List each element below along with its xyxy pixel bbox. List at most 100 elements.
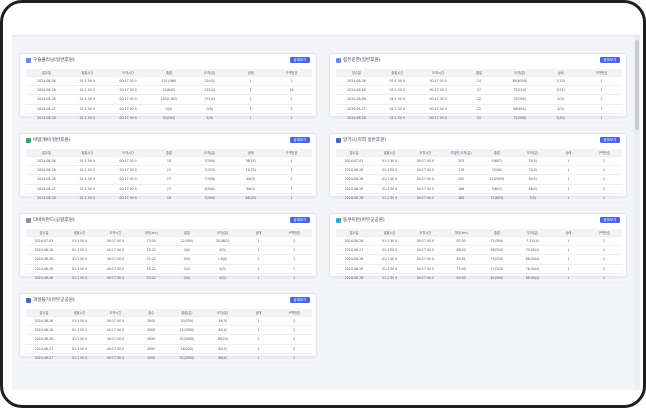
table-cell: 14 [458, 76, 500, 87]
table-cell: 00:17 00 0 [407, 184, 444, 194]
detail-button[interactable]: 상세보기 [289, 57, 310, 63]
detail-button[interactable]: 상세보기 [289, 297, 310, 303]
column-header: 출발 [458, 69, 500, 77]
table-cell: 68.00(4) [514, 254, 551, 265]
column-header: 도착(분) [514, 149, 551, 157]
table-cell: 46(20) [230, 193, 272, 203]
card-title-text: 알기나(지역 일반후원) [343, 138, 387, 143]
table-row: 2024-06-28 01:1 50 0 00:17 00 0 30(100) 4(9)… [26, 113, 312, 123]
table-cell: 00:17 00 0 [97, 254, 134, 265]
column-header: 출발시간 [371, 229, 408, 237]
table-row: 2024-06-26 01:1 50 0 00:17 00 0 23 7(306) 46(… [26, 174, 312, 185]
table-cell: 1 [550, 193, 587, 203]
table-cell: 01:1 50 0 [371, 236, 408, 247]
table-row: 2024-06-26 01:1 50 0 00:17 00 0 2000 30(320)… [26, 316, 312, 327]
table-row: 2024-06-26 01:1 50 0 00:17 00 0 100(1167) 27… [26, 94, 312, 105]
table-cell: 1 [550, 245, 587, 256]
column-header: 출발시간 [376, 69, 418, 77]
device-frame: 구슬클리닝(일반후원) 상세보기 접수일 출발시간 도착시간 출발 도착(분) 상태 구역번호 2… [0, 0, 646, 408]
table-cell: 1 [550, 273, 587, 283]
column-header: 출발시간 [61, 309, 98, 317]
table-cell: 00:17 00 0 [97, 273, 134, 283]
table-cell: 83.91 [443, 254, 479, 265]
table-cell: 7(300) [189, 193, 231, 203]
table-cell: 2024-06-26 [336, 193, 372, 203]
table-cell: 01:1 50 0 [371, 273, 408, 283]
card-title: 다바이런드(공항후원) [26, 217, 75, 223]
column-header: 출발 [479, 149, 515, 157]
table-cell: 76(25) [230, 156, 272, 167]
table-cell: 83.00 [443, 236, 479, 247]
detail-button[interactable]: 상세보기 [599, 137, 620, 143]
table-cell: 0(0) [169, 264, 205, 274]
table-cell: 2024-07-03 [26, 236, 62, 247]
card-header: 과일탈기(아무곳공원) 상세보기 [20, 294, 316, 308]
table-cell: 00:17 00 0 [417, 104, 459, 114]
column-header: 출발(분) [169, 309, 205, 317]
table-row: 2024-06-26 01:1 50 0 00:17 00 0 33.22 0(0) 0(… [26, 245, 312, 256]
card-dabai-land: 다바이런드(공항후원) 상세보기 접수일 출발시간 도착시간 거리(km) 출발 도착(분) 상… [19, 213, 317, 283]
scrollbar-thumb[interactable] [635, 40, 639, 130]
table-cell: 2(10) [540, 76, 582, 87]
table-cell: 00:17 00 0 [107, 184, 149, 194]
detail-button[interactable]: 상세보기 [289, 217, 310, 223]
column-header: 출발 [148, 149, 190, 157]
table-cell: 73.00 [133, 236, 169, 247]
table-cell: 00:17 00 0 [407, 165, 444, 176]
table-cell: 2 [276, 334, 312, 345]
table-row: 2024-07-03 01:1 50 0 00:17 00 0 203 5(607) 32… [336, 156, 622, 167]
table-row: 2024-06-26 01:1 50 0 00:17 00 0 16 7(300) 76(… [26, 156, 312, 167]
table-row: 2024-06-26 01:1 50 0 00:17 00 0 170 7(500) 72… [336, 165, 622, 176]
table-cell: 2 [586, 264, 622, 274]
table-cell: 77(320) [479, 264, 515, 274]
table-header-row: 접수일 출발시간 도착시간 출발 도착(분) 상태 구역번호 [26, 69, 312, 77]
table-cell: 2024-06-26 [336, 184, 372, 194]
table-cell: 1 [271, 156, 312, 167]
table-cell: 72(300) [479, 236, 515, 247]
detail-button[interactable]: 상세보기 [599, 217, 620, 223]
column-header: 구역번호 [271, 149, 312, 157]
card-category-icon [336, 57, 341, 63]
table-cell: 2 [276, 344, 312, 354]
table-row: 2024-06-26 01:1 50 0 00:17 00 0 21 7(370) 31(… [26, 165, 312, 176]
card-category-icon [26, 137, 31, 143]
column-header: 도착시간 [407, 149, 444, 157]
table-cell: 1 [240, 264, 277, 274]
card-title-text: 과일탈기(아무곳공원) [33, 298, 75, 303]
table-cell: 180 [443, 193, 479, 203]
table-cell: 01:1 50 0 [371, 174, 408, 185]
table-cell: 2024-06-26 [336, 94, 377, 105]
table-cell: 2024-06-26 [26, 334, 62, 345]
card-pinwheel: 바람개비(일반후원) 상세보기 접수일 출발시간 도착시간 출발 도착(분) 상태 구역번호 20… [19, 133, 317, 203]
table-cell: 56(0) [230, 184, 272, 194]
table-cell: 34(0) [514, 184, 551, 194]
table-row: 2024-06-26 01:1 50 0 00:17 00 0 33.22 0(0) 0(… [26, 264, 312, 274]
vertical-scrollbar[interactable] [634, 36, 640, 390]
table-cell: 1 [271, 184, 312, 194]
table-cell: 1 [240, 254, 277, 265]
table-cell: 2 [586, 236, 622, 247]
table-cell: 1 [276, 273, 312, 283]
table-cell: 01:1 50 0 [376, 76, 418, 87]
card-header: 동쿠이런(아무곳공원) 상세보기 [330, 214, 626, 228]
table-cell: 00:17 00 0 [97, 236, 134, 247]
table-cell: 0(0) [204, 245, 241, 256]
table-cell: 0(0) [189, 104, 231, 114]
detail-button[interactable]: 상세보기 [289, 137, 310, 143]
table-cell: 1 [276, 236, 312, 247]
card-computer-ops: 컴퓨운영(일반후원) 상세보기 접수일 출발시간 도착시간 출발 도착(분) 상태 구역번호 20… [329, 53, 627, 123]
table-cell: 00:17 00 0 [107, 174, 149, 185]
table-cell: 00:17 00 0 [407, 193, 444, 203]
table-cell: 1 [276, 264, 312, 274]
table-cell: 24(640) [148, 85, 190, 96]
table-cell: 00:17 00 0 [407, 264, 444, 274]
table-cell: 2024-06-26 [26, 94, 67, 105]
table-header-row: 접수일 출발시간 도착시간 가입번 도착(분) 출발 도착(분) 상태 구역번호 [336, 149, 622, 157]
table-cell: 2(0) [540, 104, 582, 114]
detail-button[interactable]: 상세보기 [599, 57, 620, 63]
table-cell: 01:1 50 0 [61, 264, 98, 274]
table-cell: 2024-06-26 [336, 76, 377, 87]
table-cell: 186 [443, 184, 479, 194]
column-header: 도착(분) [189, 69, 231, 77]
table-cell: 33.22 [133, 264, 169, 274]
